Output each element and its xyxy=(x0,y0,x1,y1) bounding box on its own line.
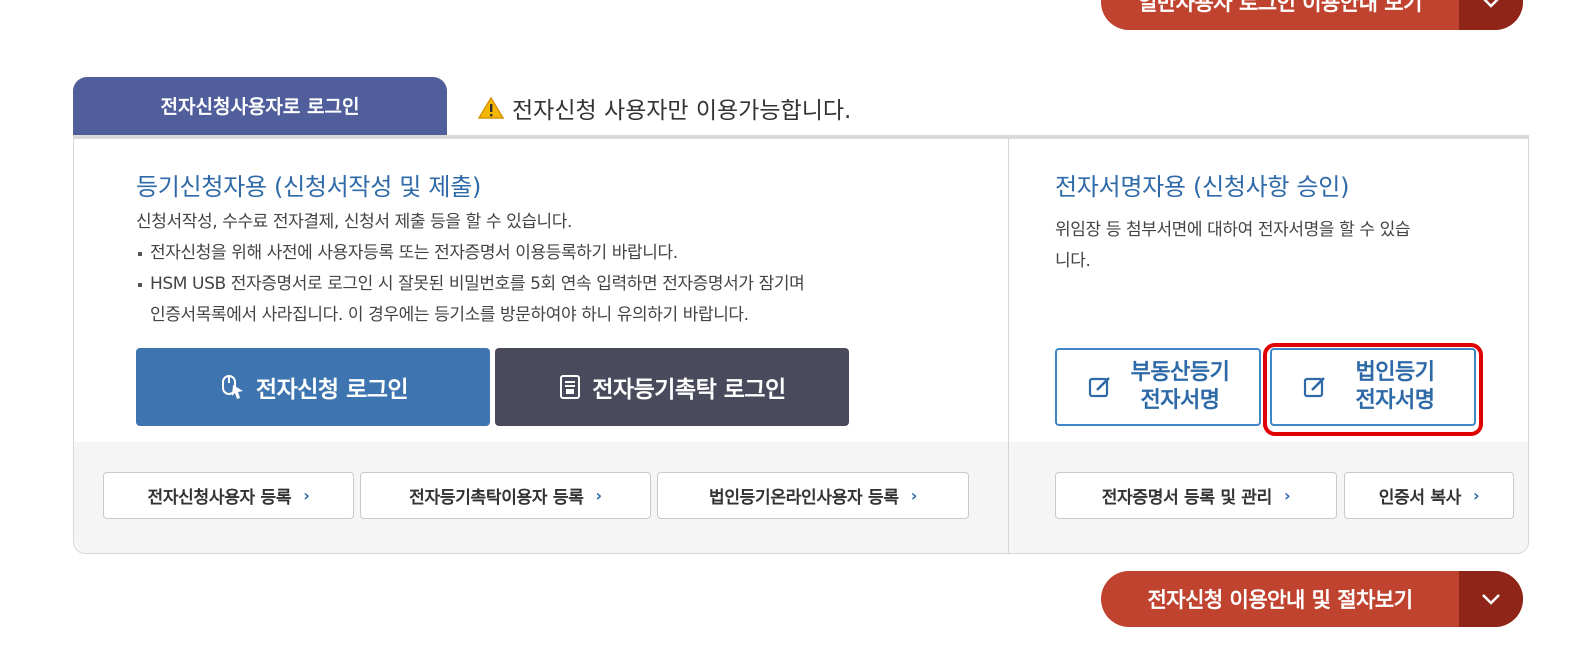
sign-label: 전자서명 xyxy=(1355,388,1435,413)
edit-icon xyxy=(1085,374,1115,400)
chevron-right-icon: › xyxy=(1283,486,1291,505)
tab-label: 전자신청사용자로 로그인 xyxy=(160,95,360,118)
mouse-pointer-icon xyxy=(218,373,246,401)
edit-icon xyxy=(1300,374,1330,400)
applicant-section-title: 등기신청자용 (신청서작성 및 제출) xyxy=(136,173,482,201)
applicant-description: 신청서작성, 수수료 전자결제, 신청서 제출 등을 할 수 있습니다. 전자신… xyxy=(136,207,996,331)
tab-notice-text: 전자신청 사용자만 이용가능합니다. xyxy=(512,98,852,124)
register-esign-user-link[interactable]: 전자신청사용자 등록 › xyxy=(103,472,354,519)
esign-guide-button[interactable]: 전자신청 이용안내 및 절차보기 xyxy=(1101,571,1523,627)
chevron-right-icon: › xyxy=(303,486,310,505)
esign-login-button[interactable]: 전자신청 로그인 xyxy=(136,348,490,426)
panel-divider xyxy=(1008,139,1009,553)
general-user-guide-label: 일반사용자 로그인 이용안내 보기 xyxy=(1138,0,1422,15)
sign-label: 법인등기 xyxy=(1355,360,1435,385)
warning-icon xyxy=(478,96,504,119)
tab-notice: 전자신청 사용자만 이용가능합니다. xyxy=(478,91,851,125)
register-commission-user-link[interactable]: 전자등기촉탁이용자 등록 › xyxy=(360,472,651,519)
certificate-copy-link[interactable]: 인증서 복사 › xyxy=(1344,472,1514,519)
link-label: 인증서 복사 xyxy=(1378,488,1462,508)
link-label: 법인등기온라인사용자 등록 xyxy=(709,488,899,508)
signer-section-title: 전자서명자용 (신청사항 승인) xyxy=(1055,173,1350,201)
tab-esign-user-login[interactable]: 전자신청사용자로 로그인 xyxy=(73,77,447,137)
link-label: 전자신청사용자 등록 xyxy=(147,488,292,508)
link-label: 전자등기촉탁이용자 등록 xyxy=(409,488,584,508)
general-user-guide-button[interactable]: 일반사용자 로그인 이용안내 보기 xyxy=(1101,0,1523,30)
chevron-right-icon: › xyxy=(595,486,603,505)
realestate-esign-button[interactable]: 부동산등기 전자서명 xyxy=(1055,348,1261,426)
register-corp-online-user-link[interactable]: 법인등기온라인사용자 등록 › xyxy=(657,472,969,519)
document-icon xyxy=(558,374,582,400)
login-panel: 등기신청자용 (신청서작성 및 제출) 신청서작성, 수수료 전자결제, 신청서… xyxy=(73,139,1529,554)
corp-esign-button[interactable]: 법인등기 전자서명 xyxy=(1270,348,1476,426)
link-label: 전자증명서 등록 및 관리 xyxy=(1101,488,1273,508)
certificate-manage-link[interactable]: 전자증명서 등록 및 관리 › xyxy=(1055,472,1337,519)
applicant-desc-line: 신청서작성, 수수료 전자결제, 신청서 제출 등을 할 수 있습니다. xyxy=(136,212,573,232)
applicant-desc-bullet: HSM USB 전자증명서로 로그인 시 잘못된 비밀번호를 5회 연속 입력하… xyxy=(136,269,996,300)
e-commission-login-label: 전자등기촉탁 로그인 xyxy=(592,377,786,403)
signer-desc-line: 위임장 등 첨부서면에 대하여 전자서명을 할 수 있습 xyxy=(1055,220,1411,240)
chevron-down-icon[interactable] xyxy=(1459,571,1523,627)
chevron-down-icon[interactable] xyxy=(1459,0,1523,30)
signer-description: 위임장 등 첨부서면에 대하여 전자서명을 할 수 있습 니다. xyxy=(1055,215,1495,277)
applicant-desc-bullet: 전자신청을 위해 사전에 사용자등록 또는 전자증명서 이용등록하기 바랍니다. xyxy=(136,238,996,269)
e-commission-login-button[interactable]: 전자등기촉탁 로그인 xyxy=(495,348,849,426)
chevron-right-icon: › xyxy=(1473,486,1480,505)
esign-guide-label: 전자신청 이용안내 및 절차보기 xyxy=(1147,588,1413,612)
applicant-desc-bullet-cont: 인증서목록에서 사라집니다. 이 경우에는 등기소를 방문하여야 하니 유의하기… xyxy=(150,305,749,325)
chevron-right-icon: › xyxy=(910,486,918,505)
esign-login-label: 전자신청 로그인 xyxy=(255,377,409,403)
signer-desc-line: 니다. xyxy=(1055,251,1091,271)
sign-label: 부동산등기 xyxy=(1130,360,1230,385)
sign-label: 전자서명 xyxy=(1140,388,1220,413)
